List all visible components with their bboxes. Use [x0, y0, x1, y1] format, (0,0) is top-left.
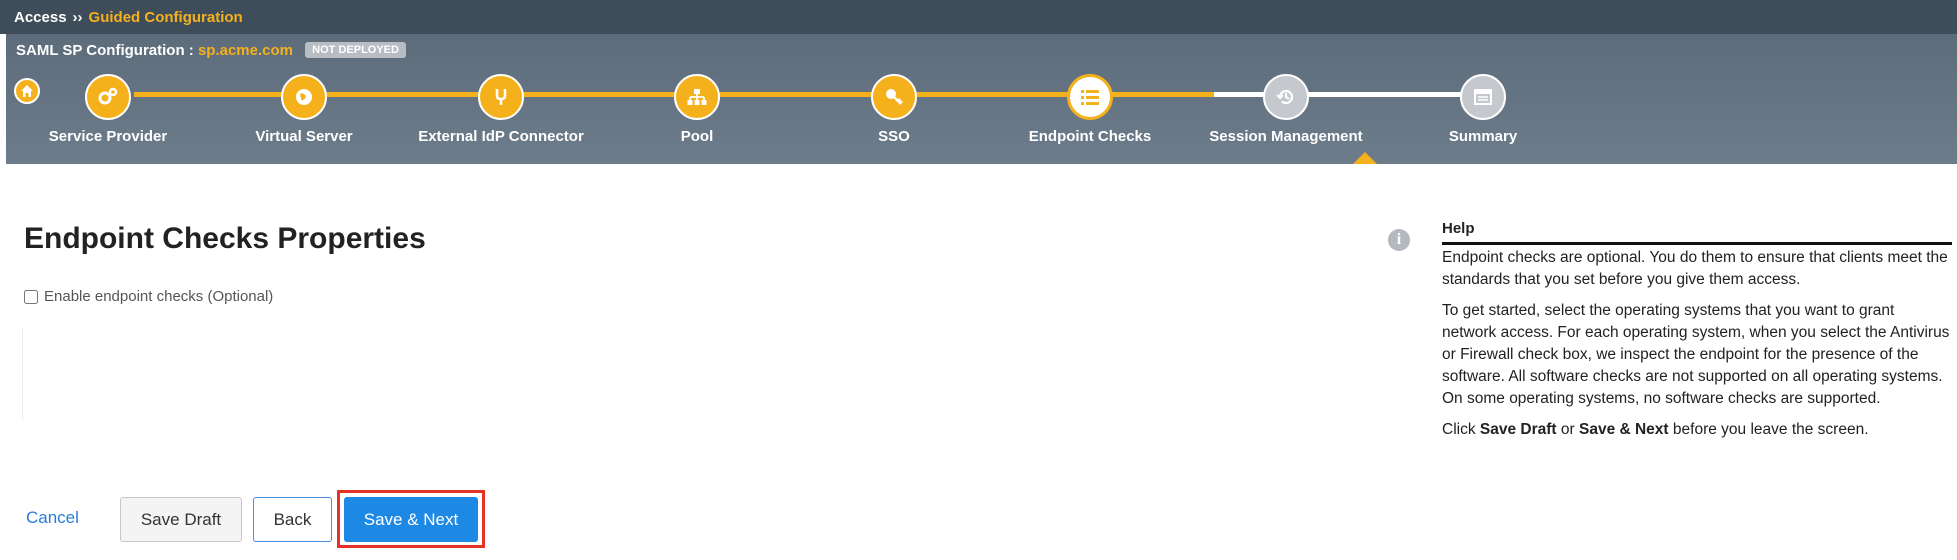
config-prefix: SAML SP Configuration :	[16, 42, 198, 59]
globe-icon	[296, 89, 312, 105]
step-circle	[1263, 74, 1309, 120]
save-draft-button[interactable]: Save Draft	[120, 497, 242, 542]
breadcrumb-separator: ››	[72, 9, 83, 26]
help-text: Click	[1442, 421, 1480, 438]
step-circle	[85, 74, 131, 120]
history-icon	[1276, 89, 1294, 105]
help-paragraph: Endpoint checks are optional. You do the…	[1442, 249, 1948, 288]
network-icon	[687, 89, 707, 105]
help-text-bold: Save Draft	[1479, 421, 1557, 438]
breadcrumb: Access ›› Guided Configuration	[0, 0, 1957, 34]
page-title: Endpoint Checks Properties	[24, 222, 426, 255]
step-circle	[871, 74, 917, 120]
help-title: Help	[1442, 218, 1952, 245]
save-next-button[interactable]: Save & Next	[344, 497, 478, 542]
help-text-bold: Save & Next	[1578, 421, 1669, 438]
window-icon	[1474, 89, 1492, 105]
config-host: sp.acme.com	[197, 42, 293, 59]
step-circle	[478, 74, 524, 120]
step-circle	[1067, 74, 1113, 120]
enable-endpoint-checks-checkbox[interactable]	[24, 289, 38, 304]
step-circle	[281, 74, 327, 120]
help-panel: Help Endpoint checks are optional. You d…	[1442, 218, 1952, 450]
info-icon: i	[1388, 229, 1410, 251]
step-label: Summary	[1448, 128, 1518, 145]
fork-icon	[495, 89, 507, 105]
step-summary[interactable]: Summary	[1363, 74, 1603, 145]
config-title: SAML SP Configuration : sp.acme.com NOT …	[16, 42, 406, 59]
breadcrumb-guided-configuration[interactable]: Guided Configuration	[89, 9, 243, 26]
wizard-progress: SAML SP Configuration : sp.acme.com NOT …	[6, 34, 1957, 164]
help-text: before you leave the screen.	[1668, 421, 1869, 438]
back-button[interactable]: Back	[253, 497, 332, 542]
current-step-indicator	[1353, 152, 1377, 164]
step-circle	[674, 74, 720, 120]
content-divider	[22, 328, 23, 420]
breadcrumb-access[interactable]: Access	[14, 9, 67, 26]
enable-endpoint-checks[interactable]: Enable endpoint checks (Optional)	[24, 288, 273, 305]
status-badge: NOT DEPLOYED	[305, 42, 406, 58]
help-text: or	[1556, 421, 1579, 438]
enable-endpoint-checks-label: Enable endpoint checks (Optional)	[44, 288, 274, 305]
cancel-link[interactable]: Cancel	[26, 508, 79, 528]
gears-icon	[98, 87, 118, 105]
list-icon	[1081, 90, 1099, 105]
step-circle	[1460, 74, 1506, 120]
help-paragraph: Click Save Draft or Save & Next before y…	[1442, 419, 1952, 441]
key-icon	[886, 89, 903, 105]
help-paragraph: To get started, select the operating sys…	[1442, 302, 1950, 407]
